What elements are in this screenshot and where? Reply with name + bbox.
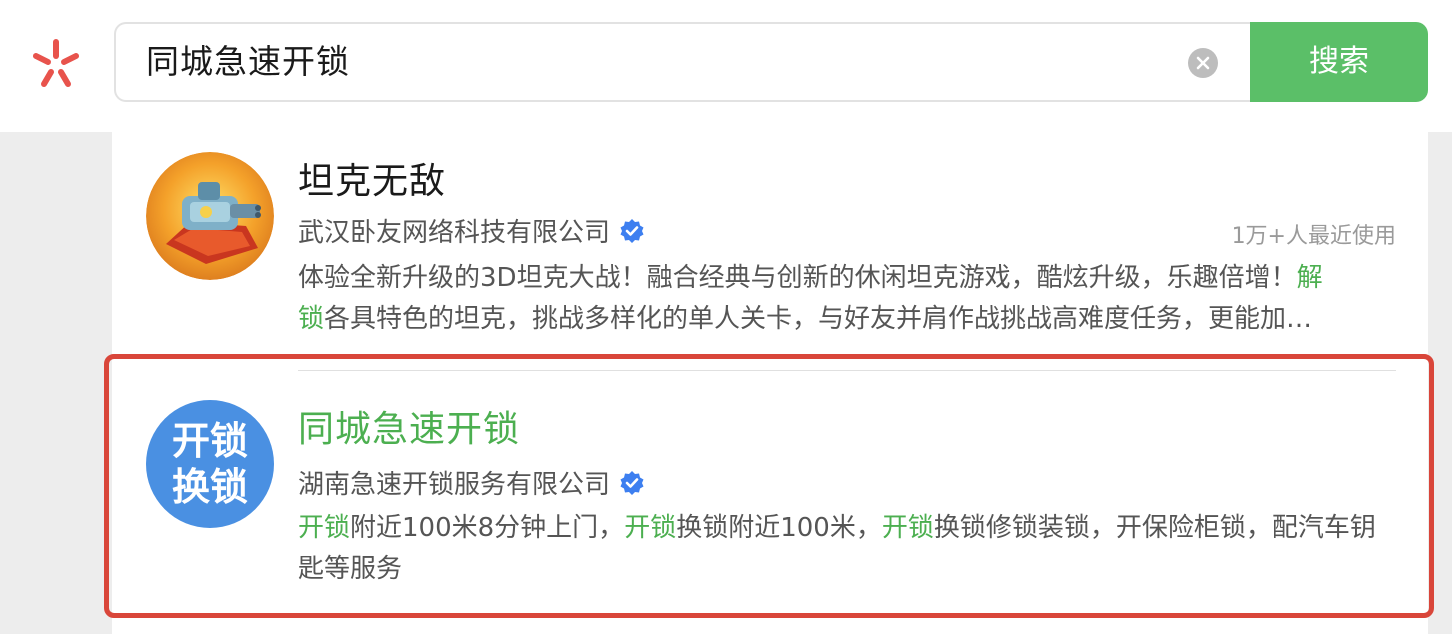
search-query-text[interactable]: 同城急速开锁 [146, 24, 350, 100]
desc-highlight: 解 [1296, 263, 1323, 293]
clear-icon[interactable] [1188, 48, 1218, 78]
search-button[interactable]: 搜索 [1250, 22, 1428, 102]
result-description: 开锁附近100米8分钟上门，开锁换锁附近100米，开锁换锁修锁装锁，开保险柜锁，… [298, 508, 1398, 590]
result-description: 体验全新升级的3D坦克大战！融合经典与创新的休闲坦克游戏，酷炫升级，乐趣倍增！解… [298, 258, 1398, 340]
desc-line-2: 锁各具特色的坦克，挑战多样化的单人关卡，与好友并肩作战挑战高难度任务，更能加… [298, 299, 1398, 340]
desc-highlight: 锁 [298, 304, 325, 334]
company-name: 武汉卧友网络科技有限公司 [298, 218, 611, 248]
result-title[interactable]: 同城急速开锁 [298, 400, 520, 452]
avatar-text: 开锁 换锁 [146, 400, 274, 528]
avatar-line-2: 换锁 [171, 465, 248, 509]
logo-icon[interactable] [28, 36, 84, 92]
lock-service-avatar: 开锁 换锁 [146, 400, 274, 528]
desc-highlight: 开锁 [298, 513, 351, 543]
usage-count: 1万+人最近使用 [1231, 224, 1396, 249]
results-list: 坦克无敌 武汉卧友网络科技有限公司 1万+人最近使用 体验全新升级的3D坦克大战… [112, 132, 1428, 634]
verified-badge-icon [618, 217, 646, 245]
desc-text: 体验全新升级的3D坦克大战！融合经典与创新的休闲坦克游戏，酷炫升级，乐趣倍增！ [298, 263, 1297, 293]
result-title[interactable]: 坦克无敌 [298, 152, 446, 204]
desc-highlight: 开锁 [624, 513, 677, 543]
result-company: 湖南急速开锁服务有限公司 [298, 464, 646, 501]
verified-badge-icon [618, 469, 646, 497]
desc-text: 附近100米8分钟上门， [350, 513, 625, 543]
desc-highlight: 开锁 [881, 513, 934, 543]
result-item-tank[interactable]: 坦克无敌 武汉卧友网络科技有限公司 1万+人最近使用 体验全新升级的3D坦克大战… [112, 132, 1428, 371]
desc-line-1: 体验全新升级的3D坦克大战！融合经典与创新的休闲坦克游戏，酷炫升级，乐趣倍增！解 [298, 258, 1398, 299]
desc-text: 换锁附近100米， [676, 513, 882, 543]
result-company: 武汉卧友网络科技有限公司 [298, 212, 646, 249]
avatar-line-1: 开锁 [171, 419, 248, 463]
tank-game-avatar [146, 152, 274, 280]
search-header: 同城急速开锁 搜索 [0, 0, 1452, 132]
result-item-lock[interactable]: 开锁 换锁 同城急速开锁 湖南急速开锁服务有限公司 开锁附近100米8分钟上门，… [112, 370, 1428, 634]
company-name: 湖南急速开锁服务有限公司 [298, 470, 611, 500]
search-input[interactable]: 同城急速开锁 [114, 22, 1250, 102]
desc-text: 各具特色的坦克，挑战多样化的单人关卡，与好友并肩作战挑战高难度任务，更能加… [324, 304, 1313, 334]
